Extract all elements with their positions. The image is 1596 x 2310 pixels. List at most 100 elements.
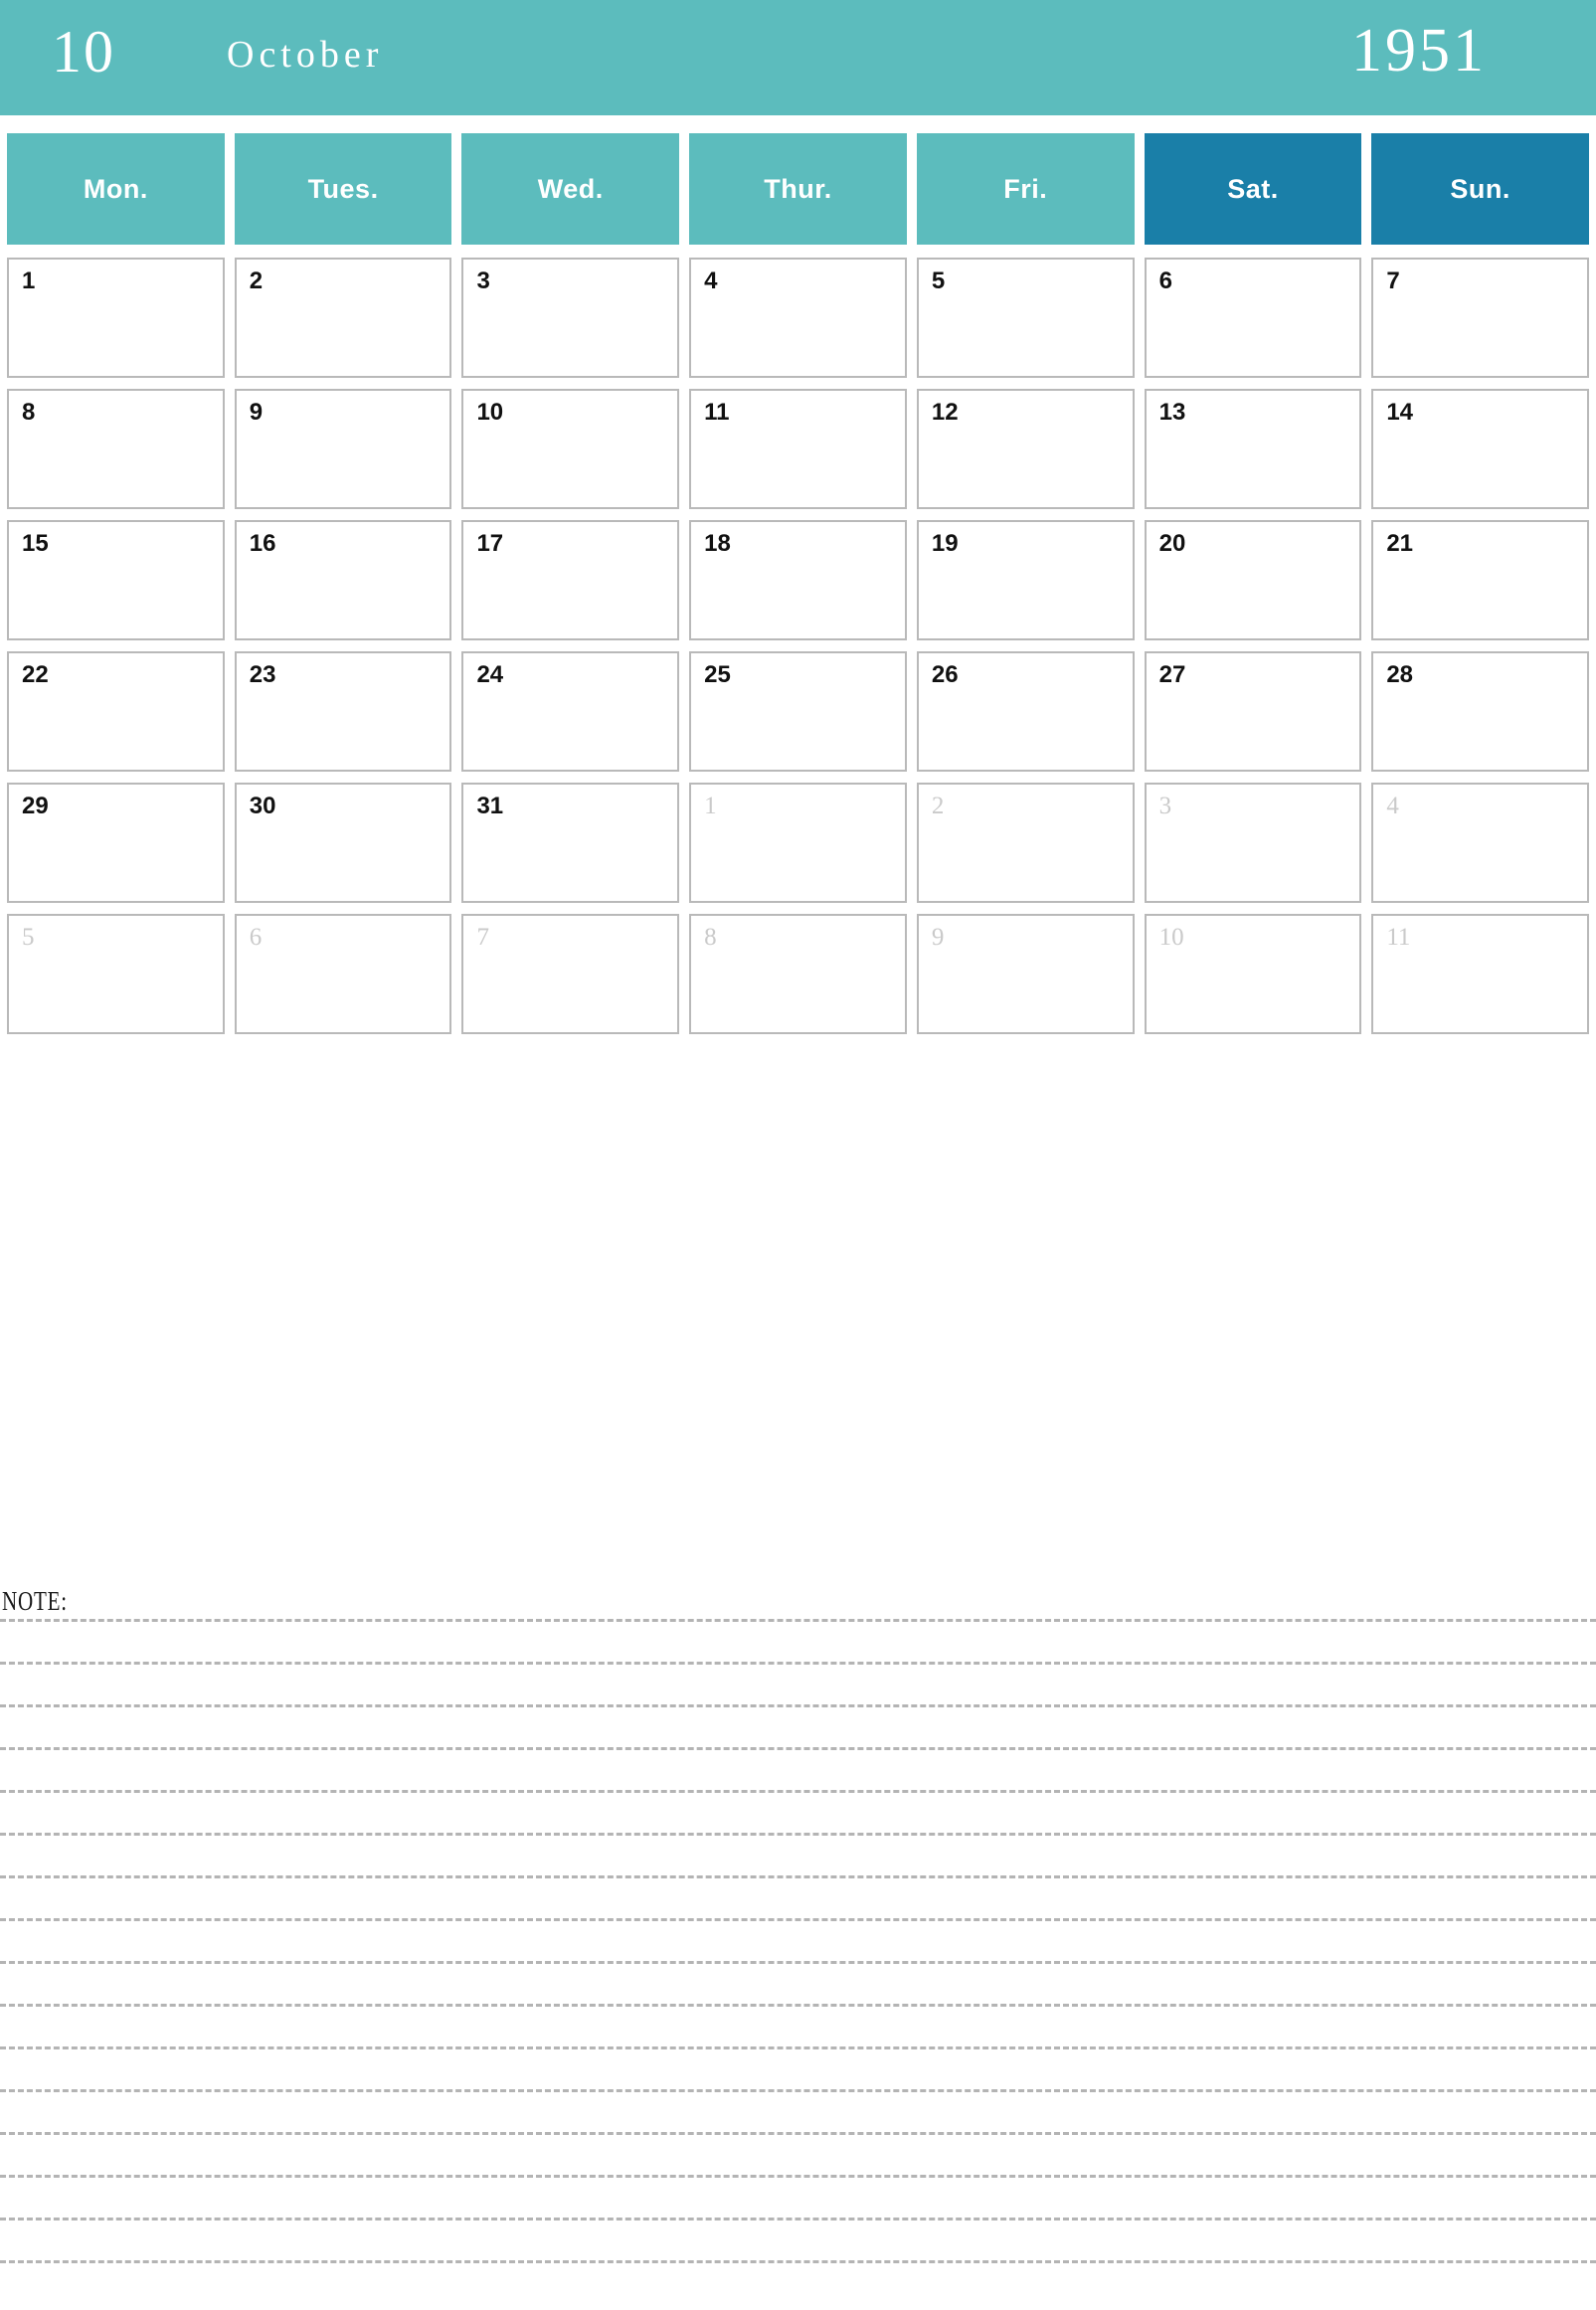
note-write-line[interactable] <box>0 2260 1596 2303</box>
year-number: 1951 <box>1351 17 1487 85</box>
date-number: 12 <box>931 399 959 426</box>
calendar-page: 10 October 1951 Mon. Tues. Wed. Thur. Fri. Sa… <box>0 0 1596 2310</box>
date-cell[interactable]: 25 <box>689 651 907 772</box>
date-cell[interactable]: 24 <box>461 651 680 772</box>
note-write-line[interactable] <box>0 1747 1596 1790</box>
note-write-line[interactable] <box>0 1790 1596 1833</box>
note-write-line[interactable] <box>0 1833 1596 1875</box>
date-cell-outside[interactable]: 2 <box>916 783 1135 903</box>
weekday-label: Mon. <box>83 173 148 204</box>
date-number: 30 <box>249 793 276 819</box>
date-cell[interactable]: 21 <box>1371 520 1590 640</box>
date-number: 15 <box>22 530 49 557</box>
date-number: 25 <box>704 661 731 688</box>
date-cell[interactable]: 8 <box>7 389 225 509</box>
date-number: 28 <box>1386 661 1414 688</box>
note-lines <box>0 1619 1596 2303</box>
date-cell[interactable]: 20 <box>1144 520 1362 640</box>
date-number: 10 <box>476 399 504 426</box>
date-number: 21 <box>1386 530 1414 557</box>
weekday-header-tues[interactable]: Tues. <box>234 133 452 245</box>
date-cell[interactable]: 18 <box>689 520 907 640</box>
date-cell[interactable]: 23 <box>234 651 452 772</box>
date-cell[interactable]: 6 <box>1144 258 1362 378</box>
date-number: 24 <box>476 661 504 688</box>
weekday-header-sun[interactable]: Sun. <box>1371 133 1590 245</box>
date-number: 18 <box>704 530 731 557</box>
date-cell[interactable]: 28 <box>1371 651 1590 772</box>
note-write-line[interactable] <box>0 2218 1596 2260</box>
date-cell[interactable]: 14 <box>1371 389 1590 509</box>
date-cell[interactable]: 1 <box>7 258 225 378</box>
note-write-line[interactable] <box>0 1875 1596 1918</box>
date-cell-outside[interactable]: 10 <box>1144 914 1362 1034</box>
date-cell[interactable]: 26 <box>916 651 1135 772</box>
weekday-header-fri[interactable]: Fri. <box>916 133 1135 245</box>
date-cell[interactable]: 7 <box>1371 258 1590 378</box>
date-cell[interactable]: 10 <box>461 389 680 509</box>
date-cell-outside[interactable]: 7 <box>461 914 680 1034</box>
date-number: 3 <box>1158 793 1172 819</box>
date-cell-outside[interactable]: 4 <box>1371 783 1590 903</box>
note-write-line[interactable] <box>0 1662 1596 1704</box>
weekday-label: Fri. <box>1003 173 1048 204</box>
date-number: 31 <box>476 793 504 819</box>
date-number: 6 <box>1158 267 1172 294</box>
date-number: 9 <box>249 399 264 426</box>
date-number: 17 <box>476 530 504 557</box>
date-cell[interactable]: 3 <box>461 258 680 378</box>
weekday-header-wed[interactable]: Wed. <box>461 133 680 245</box>
date-cell-outside[interactable]: 11 <box>1371 914 1590 1034</box>
date-number: 1 <box>22 267 36 294</box>
date-number: 11 <box>704 399 730 426</box>
date-cell[interactable]: 15 <box>7 520 225 640</box>
date-cell[interactable]: 19 <box>916 520 1135 640</box>
date-cell[interactable]: 13 <box>1144 389 1362 509</box>
note-write-line[interactable] <box>0 2046 1596 2089</box>
date-number: 7 <box>476 924 489 951</box>
weekday-header-thur[interactable]: Thur. <box>689 133 907 245</box>
date-cell[interactable]: 17 <box>461 520 680 640</box>
date-grid: 1 2 3 4 5 6 7 8 9 10 11 12 13 14 15 16 17 18 19 20 21 22 23 24 2… <box>7 258 1590 1034</box>
date-number: 26 <box>931 661 959 688</box>
weekday-header-sat[interactable]: Sat. <box>1144 133 1362 245</box>
date-cell-outside[interactable]: 3 <box>1144 783 1362 903</box>
date-cell[interactable]: 27 <box>1144 651 1362 772</box>
date-cell[interactable]: 31 <box>461 783 680 903</box>
weekday-label: Sat. <box>1227 173 1279 204</box>
date-number: 22 <box>22 661 49 688</box>
date-cell-outside[interactable]: 8 <box>689 914 907 1034</box>
date-cell[interactable]: 9 <box>234 389 452 509</box>
note-write-line[interactable] <box>0 1704 1596 1747</box>
date-number: 3 <box>476 267 490 294</box>
date-number: 2 <box>249 267 264 294</box>
note-write-line[interactable] <box>0 2089 1596 2132</box>
date-cell[interactable]: 5 <box>916 258 1135 378</box>
date-number: 20 <box>1158 530 1186 557</box>
date-cell-outside[interactable]: 6 <box>234 914 452 1034</box>
date-number: 8 <box>704 924 717 951</box>
note-write-line[interactable] <box>0 2175 1596 2218</box>
date-cell[interactable]: 30 <box>234 783 452 903</box>
date-cell-outside[interactable]: 5 <box>7 914 225 1034</box>
note-write-line[interactable] <box>0 1961 1596 2004</box>
date-cell[interactable]: 16 <box>234 520 452 640</box>
note-write-line[interactable] <box>0 2132 1596 2175</box>
date-number: 13 <box>1158 399 1186 426</box>
weekday-header-mon[interactable]: Mon. <box>7 133 225 245</box>
date-cell[interactable]: 12 <box>916 389 1135 509</box>
note-write-line[interactable] <box>0 1918 1596 1961</box>
note-write-line[interactable] <box>0 1619 1596 1662</box>
date-week-row: 29 30 31 1 2 3 4 <box>7 783 1590 903</box>
date-cell-outside[interactable]: 1 <box>689 783 907 903</box>
note-title: NOTE: <box>2 1586 68 1616</box>
note-write-line[interactable] <box>0 2004 1596 2046</box>
date-cell[interactable]: 11 <box>689 389 907 509</box>
date-cell-outside[interactable]: 9 <box>916 914 1135 1034</box>
date-cell[interactable]: 4 <box>689 258 907 378</box>
date-number: 4 <box>1386 793 1399 819</box>
date-cell[interactable]: 2 <box>234 258 452 378</box>
date-cell[interactable]: 29 <box>7 783 225 903</box>
date-cell[interactable]: 22 <box>7 651 225 772</box>
date-number: 4 <box>704 267 718 294</box>
